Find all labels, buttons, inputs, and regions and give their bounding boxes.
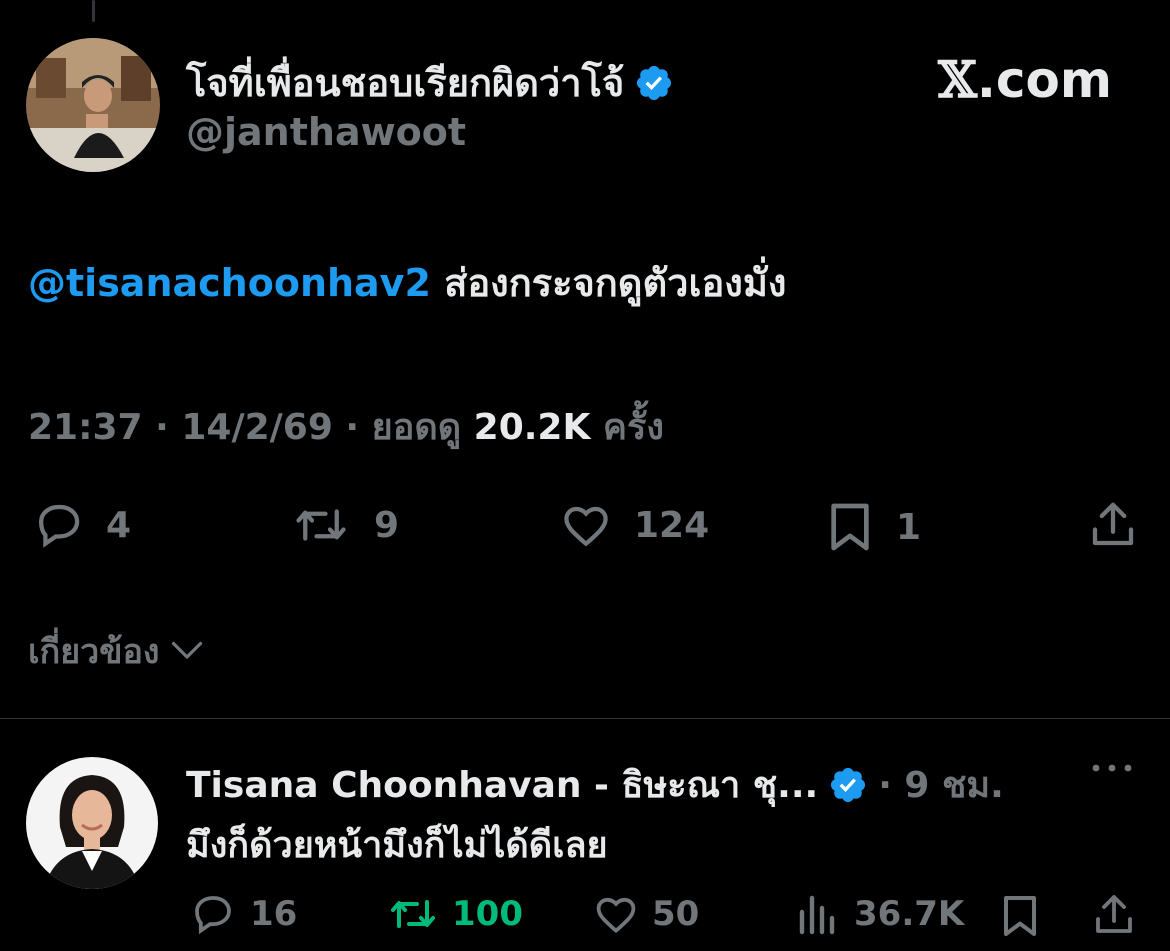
reply-repost-count: 100 bbox=[452, 894, 523, 934]
tweet-time[interactable]: 21:37 bbox=[28, 407, 143, 448]
share-icon bbox=[1096, 895, 1132, 933]
author-display-name[interactable]: โจที่เพื่อนชอบเรียกผิดว่าโจ้ bbox=[186, 52, 624, 113]
thread-connector-line bbox=[92, 0, 95, 22]
reply-share-button[interactable] bbox=[1090, 890, 1138, 940]
views-count[interactable]: 20.2K bbox=[474, 407, 591, 448]
author-name-row: โจที่เพื่อนชอบเรียกผิดว่าโจ้ bbox=[186, 52, 674, 113]
more-icon bbox=[1092, 764, 1132, 772]
reply-like-count: 50 bbox=[652, 894, 700, 934]
views-icon bbox=[799, 895, 835, 935]
x-brand-logo: 𝕏.com bbox=[938, 50, 1112, 109]
reply-reply-count: 16 bbox=[250, 894, 298, 934]
tweet-text: @tisanachoonhav2 ส่องกระจกดูตัวเองมั่ง bbox=[28, 252, 786, 313]
author-handle[interactable]: @janthawoot bbox=[186, 110, 466, 154]
like-button[interactable]: 124 bbox=[556, 498, 709, 552]
chevron-down-icon bbox=[172, 641, 203, 659]
reply-views-button[interactable]: 36.7K bbox=[796, 890, 964, 938]
reply-timestamp[interactable]: · 9 ชม. bbox=[878, 756, 1004, 813]
bookmark-count: 1 bbox=[896, 506, 922, 548]
meta-separator: · bbox=[332, 407, 372, 448]
bookmark-icon bbox=[831, 503, 869, 551]
like-count: 124 bbox=[634, 504, 710, 546]
author-avatar[interactable] bbox=[26, 38, 160, 172]
bookmark-icon bbox=[1004, 896, 1036, 936]
x-logo-icon: 𝕏 bbox=[938, 50, 977, 109]
reply-like-button[interactable]: 50 bbox=[590, 890, 699, 938]
meta-separator: · bbox=[142, 407, 182, 448]
mention-link[interactable]: @tisanachoonhav2 bbox=[28, 261, 431, 305]
section-divider bbox=[0, 718, 1170, 719]
reply-author-name[interactable]: Tisana Choonhavan - ธิษะณา ชุ... bbox=[186, 756, 818, 813]
reply-button[interactable]: 4 bbox=[28, 498, 131, 552]
verified-icon bbox=[828, 765, 868, 805]
brand-domain: .com bbox=[976, 51, 1112, 109]
verified-icon bbox=[634, 63, 674, 103]
repost-button[interactable]: 9 bbox=[286, 498, 399, 552]
like-icon bbox=[564, 506, 608, 547]
views-suffix: ครั้ง bbox=[590, 407, 664, 448]
tweet-meta: 21:37 · 14/2/69 · ยอดดู 20.2K ครั้ง bbox=[28, 398, 664, 455]
reply-author-avatar[interactable] bbox=[26, 757, 158, 889]
reply-icon bbox=[195, 896, 231, 935]
more-options-button[interactable] bbox=[1090, 760, 1134, 780]
repost-icon bbox=[296, 509, 346, 541]
related-toggle[interactable]: เกี่ยวข้อง bbox=[28, 624, 205, 678]
reply-bookmark-button[interactable] bbox=[996, 890, 1044, 942]
reply-views-count: 36.7K bbox=[854, 894, 965, 934]
reply-header: Tisana Choonhavan - ธิษะณา ชุ... · 9 ชม. bbox=[186, 756, 1004, 813]
tweet-date[interactable]: 14/2/69 bbox=[181, 407, 333, 448]
tweet-body: ส่องกระจกดูตัวเองมั่ง bbox=[430, 261, 787, 305]
share-icon bbox=[1092, 502, 1134, 546]
bookmark-button[interactable]: 1 bbox=[822, 498, 921, 556]
reply-text: มึงก็ด้วยหน้ามึงก็ไม่ได้ดีเลย bbox=[186, 825, 608, 866]
repost-icon bbox=[391, 900, 435, 928]
related-label: เกี่ยวข้อง bbox=[28, 632, 160, 672]
repost-count: 9 bbox=[374, 504, 400, 546]
reply-count: 4 bbox=[106, 504, 132, 546]
reply-icon bbox=[38, 504, 80, 548]
like-icon bbox=[596, 897, 636, 934]
views-label: ยอดดู bbox=[371, 407, 474, 448]
reply-repost-button[interactable]: 100 bbox=[384, 890, 523, 938]
share-button[interactable] bbox=[1084, 498, 1142, 552]
reply-reply-button[interactable]: 16 bbox=[186, 890, 297, 938]
